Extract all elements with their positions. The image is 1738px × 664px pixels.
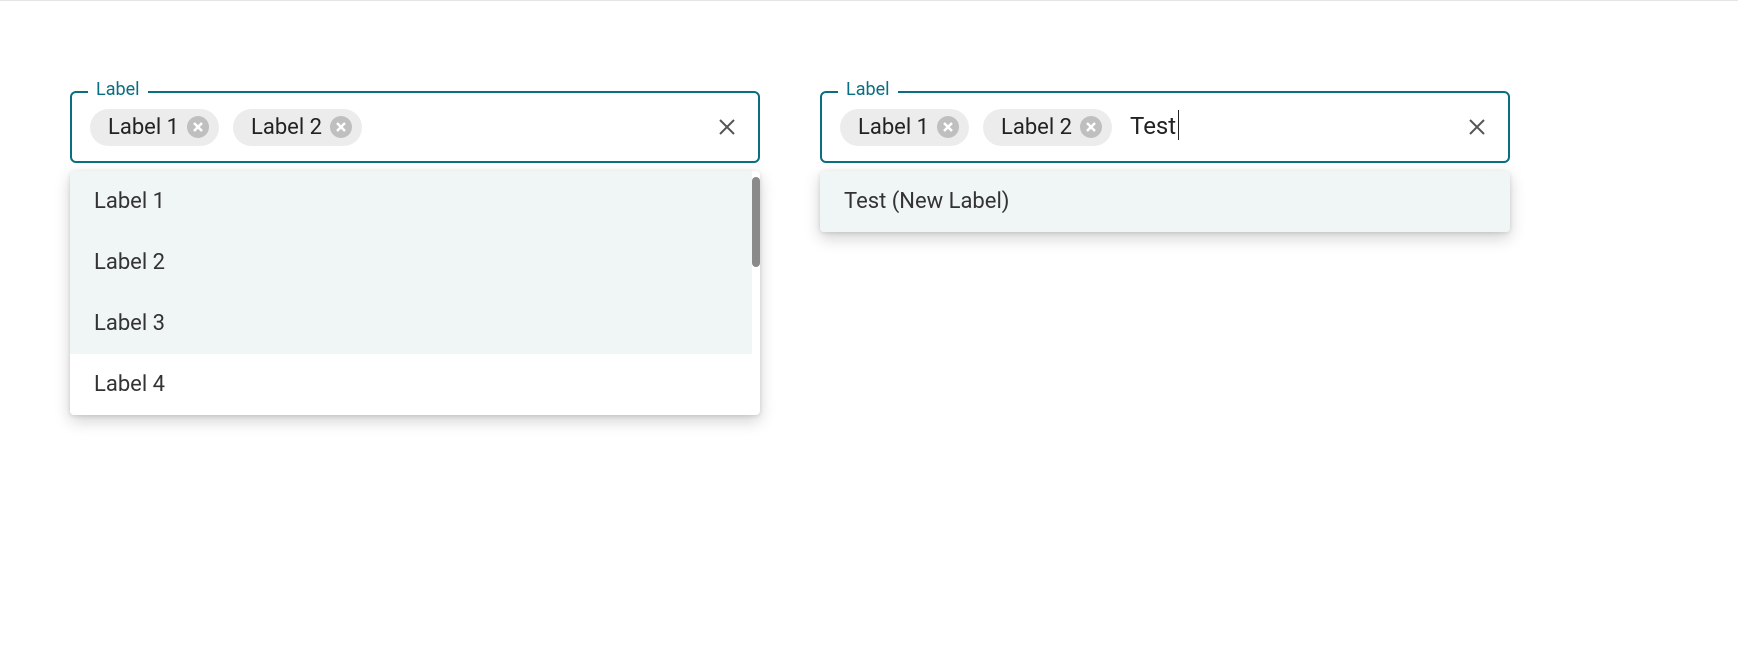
chip-label-1[interactable]: Label 1: [840, 109, 969, 146]
text-cursor-icon: [1178, 110, 1179, 140]
chips-container: Label 1 Label 2: [90, 109, 714, 146]
chip-label-2[interactable]: Label 2: [983, 109, 1112, 146]
dropdown-option[interactable]: Label 4: [70, 354, 752, 415]
chips-container: Label 1 Label 2 Test: [840, 109, 1464, 146]
dropdown-panel: Label 1 Label 2 Label 3 Label 4: [70, 171, 760, 415]
field-label: Label: [838, 81, 898, 99]
remove-chip-icon[interactable]: [330, 116, 352, 138]
multiselect-input-box[interactable]: Label Label 1 Label 2 Test: [820, 91, 1510, 163]
input-text: Test: [1130, 112, 1176, 140]
remove-chip-icon[interactable]: [937, 116, 959, 138]
chip-label-2[interactable]: Label 2: [233, 109, 362, 146]
remove-chip-icon[interactable]: [1080, 116, 1102, 138]
dropdown-option-new[interactable]: Test (New Label): [820, 171, 1510, 232]
dropdown-option[interactable]: Label 3: [70, 293, 752, 354]
remove-chip-icon[interactable]: [187, 116, 209, 138]
multiselect-left: Label Label 1 Label 2: [70, 91, 760, 163]
scrollbar-thumb[interactable]: [752, 177, 760, 267]
multiselect-right: Label Label 1 Label 2 Test: [820, 91, 1510, 163]
field-label: Label: [88, 81, 148, 99]
form-container: Label Label 1 Label 2: [0, 1, 1738, 163]
dropdown-list: Label 1 Label 2 Label 3 Label 4: [70, 171, 752, 415]
dropdown-option[interactable]: Label 2: [70, 232, 752, 293]
clear-all-button[interactable]: [1464, 114, 1490, 140]
clear-all-button[interactable]: [714, 114, 740, 140]
chip-text: Label 1: [108, 115, 179, 140]
chip-text: Label 1: [858, 115, 929, 140]
chip-text: Label 2: [1001, 115, 1072, 140]
multiselect-input-box[interactable]: Label Label 1 Label 2: [70, 91, 760, 163]
dropdown-option[interactable]: Label 1: [70, 171, 752, 232]
scrollbar[interactable]: [752, 171, 760, 415]
search-input[interactable]: Test: [1130, 112, 1179, 143]
dropdown-panel: Test (New Label): [820, 171, 1510, 232]
chip-label-1[interactable]: Label 1: [90, 109, 219, 146]
chip-text: Label 2: [251, 115, 322, 140]
